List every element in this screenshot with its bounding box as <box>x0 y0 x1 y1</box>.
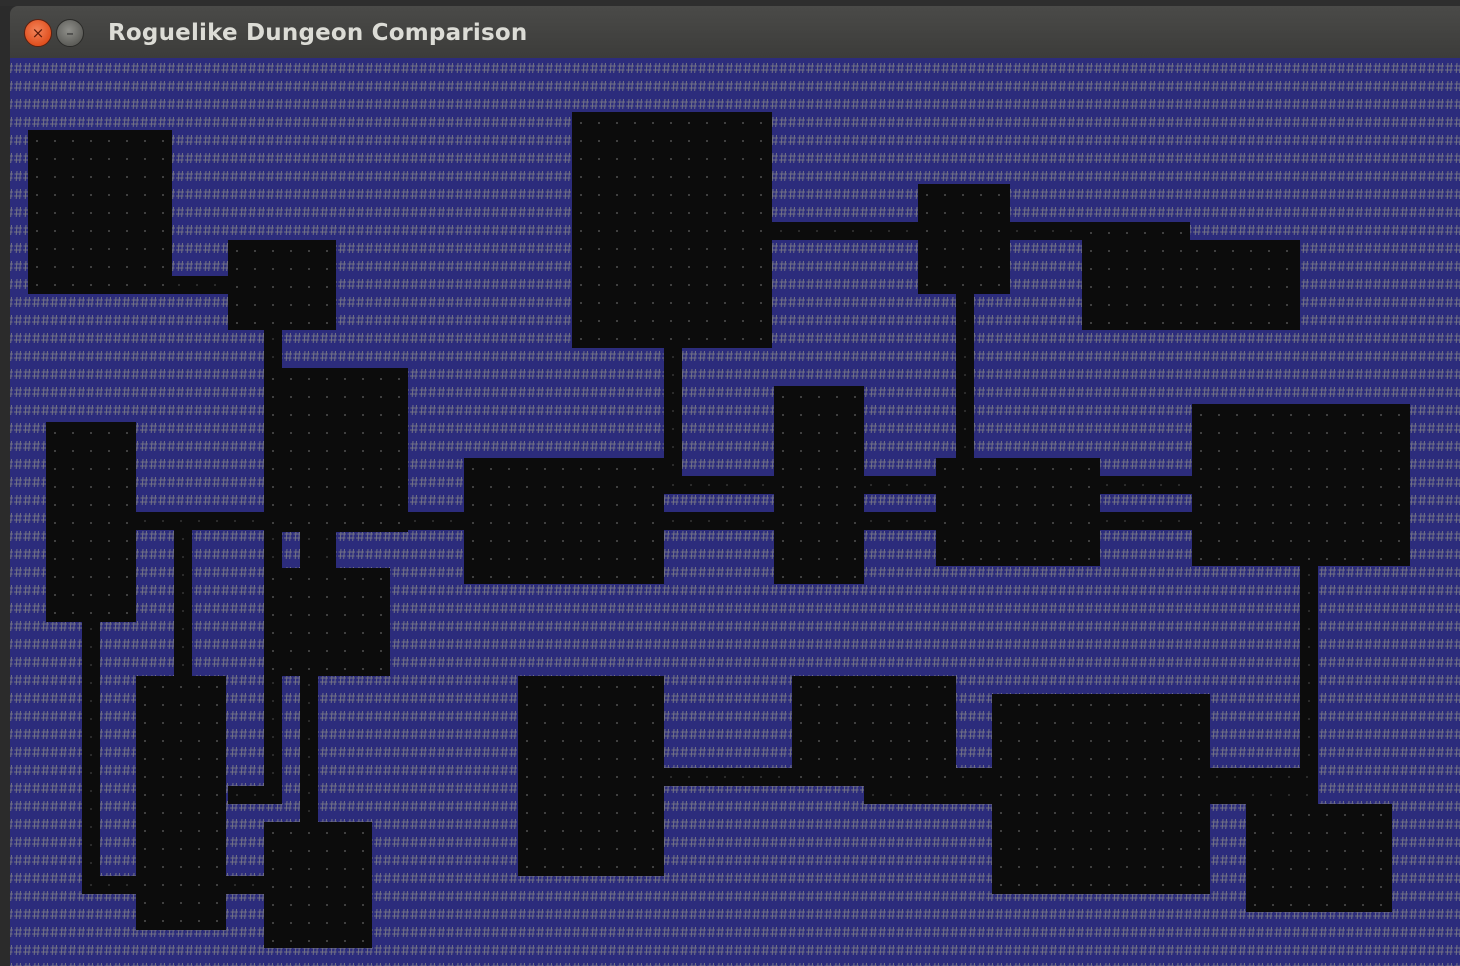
corridor <box>228 786 282 804</box>
room <box>1192 404 1410 566</box>
room <box>136 676 226 930</box>
room <box>264 568 390 676</box>
room <box>228 240 336 330</box>
corridor <box>664 348 682 478</box>
corridor <box>664 512 784 530</box>
room <box>518 676 664 876</box>
room <box>774 386 864 584</box>
corridor <box>772 222 932 240</box>
room <box>1188 240 1300 330</box>
room <box>1082 222 1190 330</box>
room <box>264 822 372 948</box>
room <box>46 422 136 622</box>
title-bar: × – Roguelike Dungeon Comparison <box>10 6 1460 58</box>
corridor <box>664 476 784 494</box>
room <box>918 184 1010 294</box>
room <box>464 458 664 584</box>
corridor <box>956 294 974 464</box>
corridor <box>170 276 230 294</box>
corridor <box>82 620 100 894</box>
dungeon-map <box>10 58 1460 966</box>
room <box>1246 804 1392 912</box>
room <box>28 130 172 294</box>
corridor <box>1208 768 1318 804</box>
room <box>992 694 1210 894</box>
corridor <box>662 768 812 786</box>
room <box>936 458 1100 566</box>
corridor <box>300 530 336 570</box>
window-title: Roguelike Dungeon Comparison <box>108 20 528 46</box>
app-window: × – Roguelike Dungeon Comparison <box>0 0 1460 966</box>
close-icon[interactable]: × <box>24 19 52 47</box>
corridor <box>300 676 318 824</box>
room <box>264 368 408 532</box>
corridor <box>264 330 282 370</box>
room <box>792 676 956 786</box>
room <box>572 112 772 348</box>
corridor <box>174 530 192 678</box>
minimize-icon[interactable]: – <box>56 19 84 47</box>
